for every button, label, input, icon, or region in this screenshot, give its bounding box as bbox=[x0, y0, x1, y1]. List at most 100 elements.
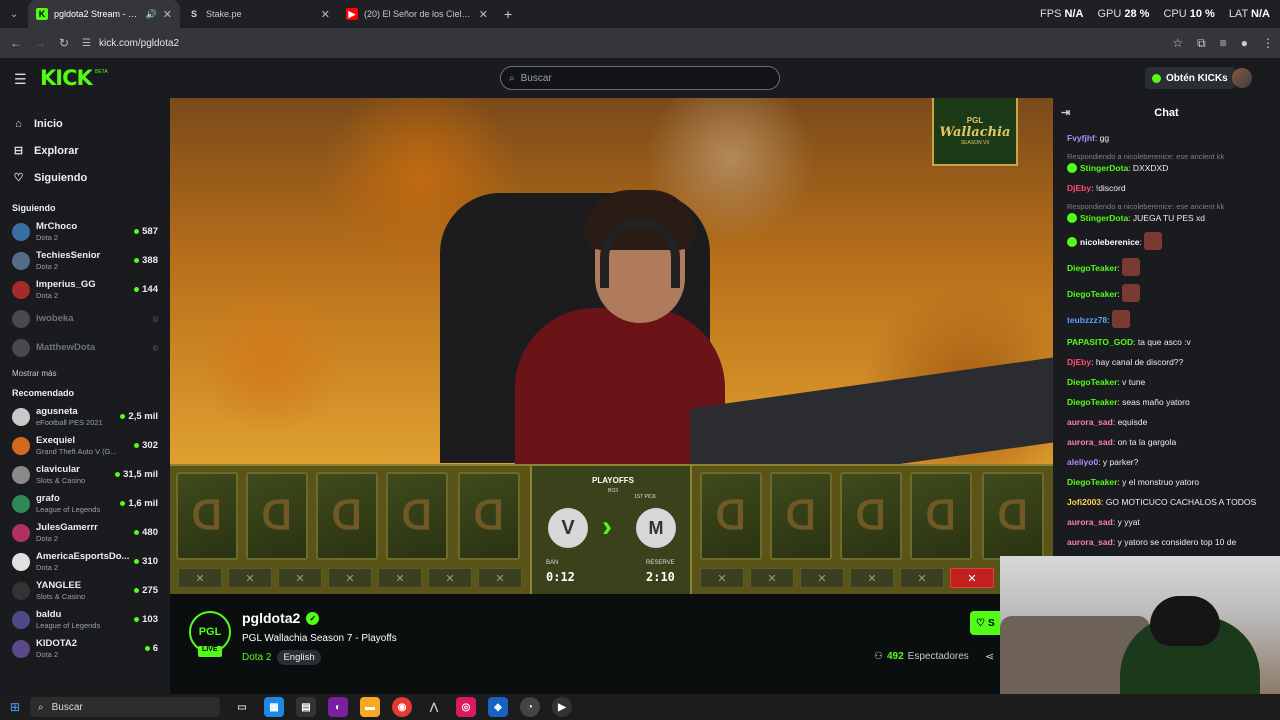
chat-username[interactable]: teubzzz78 bbox=[1067, 315, 1107, 325]
chat-message[interactable]: DiegoTeaker: seas maño yatoro bbox=[1067, 392, 1272, 412]
chat-username[interactable]: Jofi2003 bbox=[1067, 497, 1101, 507]
steam-icon[interactable]: ◈ bbox=[488, 697, 508, 717]
sidebar-channel[interactable]: KIDOTA2 Dota 2 6 bbox=[0, 634, 170, 663]
sidebar-channel[interactable]: MrChoco Dota 2 587 bbox=[0, 217, 170, 246]
chat-username[interactable]: StingerDota bbox=[1080, 163, 1128, 173]
chat-message[interactable]: Respondiendo a nicoleberenice: ese ancie… bbox=[1067, 148, 1272, 178]
browser-menu-icon[interactable]: ⋮ bbox=[1262, 36, 1274, 50]
chat-message[interactable]: Respondiendo a nicoleberenice: ese ancie… bbox=[1067, 198, 1272, 228]
site-info-icon[interactable]: ☰ bbox=[82, 38, 91, 49]
sidebar-item-explorar[interactable]: ⊟ Explorar bbox=[0, 137, 170, 164]
chat-username[interactable]: DjEby bbox=[1067, 183, 1091, 193]
chat-username[interactable]: aurora_sad bbox=[1067, 537, 1113, 547]
user-avatar[interactable] bbox=[1232, 68, 1252, 88]
sidebar-channel[interactable]: MatthewDota ⦸ bbox=[0, 333, 170, 362]
sidebar-channel[interactable]: grafo League of Legends 1,6 mil bbox=[0, 489, 170, 518]
collapse-chat-icon[interactable]: ⇥ bbox=[1061, 106, 1070, 119]
chrome-icon[interactable]: ◉ bbox=[392, 697, 412, 717]
obs-icon[interactable]: ◔ bbox=[520, 697, 540, 717]
sidebar-channel[interactable]: YANGLEE Slots & Casino 275 bbox=[0, 576, 170, 605]
file-explorer-icon[interactable]: ▬ bbox=[360, 697, 380, 717]
chat-message[interactable]: DjEby: hay canal de discord?? bbox=[1067, 352, 1272, 372]
chat-message[interactable]: aurora_sad: y yatoro se considero top 10… bbox=[1067, 532, 1272, 552]
chat-message[interactable]: aleliyo0: y parker? bbox=[1067, 452, 1272, 472]
show-more-button[interactable]: Mostrar más bbox=[0, 362, 170, 384]
chat-message[interactable]: DiegoTeaker: bbox=[1067, 254, 1272, 280]
get-kicks-button[interactable]: Obtén KICKs bbox=[1145, 67, 1235, 89]
chat-username[interactable]: DiegoTeaker bbox=[1067, 377, 1117, 387]
chat-username[interactable]: DiegoTeaker bbox=[1067, 397, 1117, 407]
sidebar-channel[interactable]: clavicular Slots & Casino 31,5 mil bbox=[0, 460, 170, 489]
sidebar-channel[interactable]: Imperius_GG Dota 2 144 bbox=[0, 275, 170, 304]
copilot-icon[interactable]: ◐ bbox=[328, 697, 348, 717]
chat-username[interactable]: DiegoTeaker bbox=[1067, 263, 1117, 273]
sidebar-channel[interactable]: TechiesSenior Dota 2 388 bbox=[0, 246, 170, 275]
chat-username[interactable]: nicoleberenice bbox=[1080, 237, 1140, 247]
tab-kick[interactable]: K pgldota2 Stream - Watch Live on Kick 🔊… bbox=[28, 0, 180, 28]
follow-button[interactable]: ♡ S bbox=[970, 611, 1000, 635]
back-icon[interactable]: ← bbox=[4, 36, 28, 50]
chat-message[interactable]: DiegoTeaker: bbox=[1067, 280, 1272, 306]
chat-message[interactable]: Fvyfjhf: gg bbox=[1067, 128, 1272, 148]
kick-logo[interactable]: KICK bbox=[40, 66, 93, 90]
profile-icon[interactable]: ● bbox=[1241, 36, 1248, 50]
reload-icon[interactable]: ↻ bbox=[52, 36, 76, 50]
chat-username[interactable]: DiegoTeaker bbox=[1067, 289, 1117, 299]
bookmark-star-icon[interactable]: ☆ bbox=[1172, 36, 1183, 50]
chat-username[interactable]: aurora_sad bbox=[1067, 417, 1113, 427]
chat-username[interactable]: aurora_sad bbox=[1067, 517, 1113, 527]
chat-username[interactable]: DiegoTeaker bbox=[1067, 477, 1117, 487]
task-view-icon[interactable]: ▭ bbox=[232, 697, 252, 717]
sidebar-channel[interactable]: agusneta eFootball PES 2021 2,5 mil bbox=[0, 402, 170, 431]
sidebar-channel[interactable]: iwobeka ⦸ bbox=[0, 304, 170, 333]
share-icon[interactable]: ⋖ bbox=[985, 650, 994, 663]
category-link[interactable]: Dota 2 bbox=[242, 652, 271, 663]
taskbar-search[interactable]: ⌕ Buscar bbox=[30, 697, 220, 717]
chat-message[interactable]: teubzzz78: bbox=[1067, 306, 1272, 332]
chat-message[interactable]: aurora_sad: y yyat bbox=[1067, 512, 1272, 532]
close-tab-icon[interactable]: ✕ bbox=[321, 8, 330, 21]
sidebar-item-siguiendo[interactable]: ♡ Siguiendo bbox=[0, 164, 170, 191]
widgets-icon[interactable]: ▦ bbox=[264, 697, 284, 717]
chat-message[interactable]: PAPASITO_GOD: ta que asco :v bbox=[1067, 332, 1272, 352]
sidebar-channel[interactable]: JulesGamerrr Dota 2 480 bbox=[0, 518, 170, 547]
forward-icon[interactable]: → bbox=[28, 36, 52, 50]
chat-message[interactable]: Jofi2003: GO MOTICUCO CACHALOS A TODOS bbox=[1067, 492, 1272, 512]
chat-message[interactable]: nicoleberenice: bbox=[1067, 228, 1272, 254]
reading-list-icon[interactable]: ≡ bbox=[1220, 36, 1227, 50]
sidebar-item-inicio[interactable]: ⌂ Inicio bbox=[0, 110, 170, 137]
hamburger-menu-icon[interactable]: ☰ bbox=[14, 71, 27, 88]
chat-message[interactable]: aurora_sad: on ta la gargola bbox=[1067, 432, 1272, 452]
app-icon[interactable]: ⋀ bbox=[424, 697, 444, 717]
chat-message[interactable]: DjEby: !discord bbox=[1067, 178, 1272, 198]
url-field[interactable]: ☰ kick.com/pgldota2 bbox=[82, 38, 179, 49]
chat-username[interactable]: aurora_sad bbox=[1067, 437, 1113, 447]
chat-message[interactable]: aurora_sad: equisde bbox=[1067, 412, 1272, 432]
new-tab-button[interactable]: + bbox=[496, 6, 520, 22]
chat-username[interactable]: DjEby bbox=[1067, 357, 1091, 367]
store-icon[interactable]: ▤ bbox=[296, 697, 316, 717]
tab-youtube[interactable]: ▶ (20) El Señor de los Cielos 5 | Capítu… bbox=[338, 0, 496, 28]
extensions-icon[interactable]: ⧉ bbox=[1197, 36, 1206, 51]
chat-username[interactable]: Fvyfjhf bbox=[1067, 133, 1095, 143]
chat-message[interactable]: DiegoTeaker: y el monstruo yatoro bbox=[1067, 472, 1272, 492]
chat-username[interactable]: PAPASITO_GOD bbox=[1067, 337, 1133, 347]
chat-message[interactable]: DiegoTeaker: v tune bbox=[1067, 372, 1272, 392]
windows-start-icon[interactable]: ⊞ bbox=[0, 700, 30, 714]
close-tab-icon[interactable]: ✕ bbox=[163, 8, 172, 21]
video-player[interactable]: PGL Wallachia SEASON VII PLAYOFFS BO3 1S… bbox=[170, 98, 1053, 594]
sidebar-channel[interactable]: baldu League of Legends 103 bbox=[0, 605, 170, 634]
instagram-icon[interactable]: ◎ bbox=[456, 697, 476, 717]
tab-stake[interactable]: S Stake.pe ✕ bbox=[180, 0, 338, 28]
sidebar-channel[interactable]: AmericaEsportsDo... Dota 2 310 bbox=[0, 547, 170, 576]
sidebar-channel[interactable]: Exequiel Grand Theft Auto V (G... 302 bbox=[0, 431, 170, 460]
chat-username[interactable]: aleliyo0 bbox=[1067, 457, 1098, 467]
search-input[interactable]: ⌕ Buscar bbox=[500, 66, 780, 90]
language-tag[interactable]: English bbox=[277, 650, 321, 665]
media-player-icon[interactable]: ▶ bbox=[552, 697, 572, 717]
chat-username[interactable]: StingerDota bbox=[1080, 213, 1128, 223]
speaker-icon[interactable]: 🔊 bbox=[146, 9, 157, 20]
tab-search-icon[interactable]: ⌄ bbox=[0, 9, 28, 20]
channel-name[interactable]: pgldota2 ✓ bbox=[242, 610, 320, 626]
close-tab-icon[interactable]: ✕ bbox=[479, 8, 488, 21]
